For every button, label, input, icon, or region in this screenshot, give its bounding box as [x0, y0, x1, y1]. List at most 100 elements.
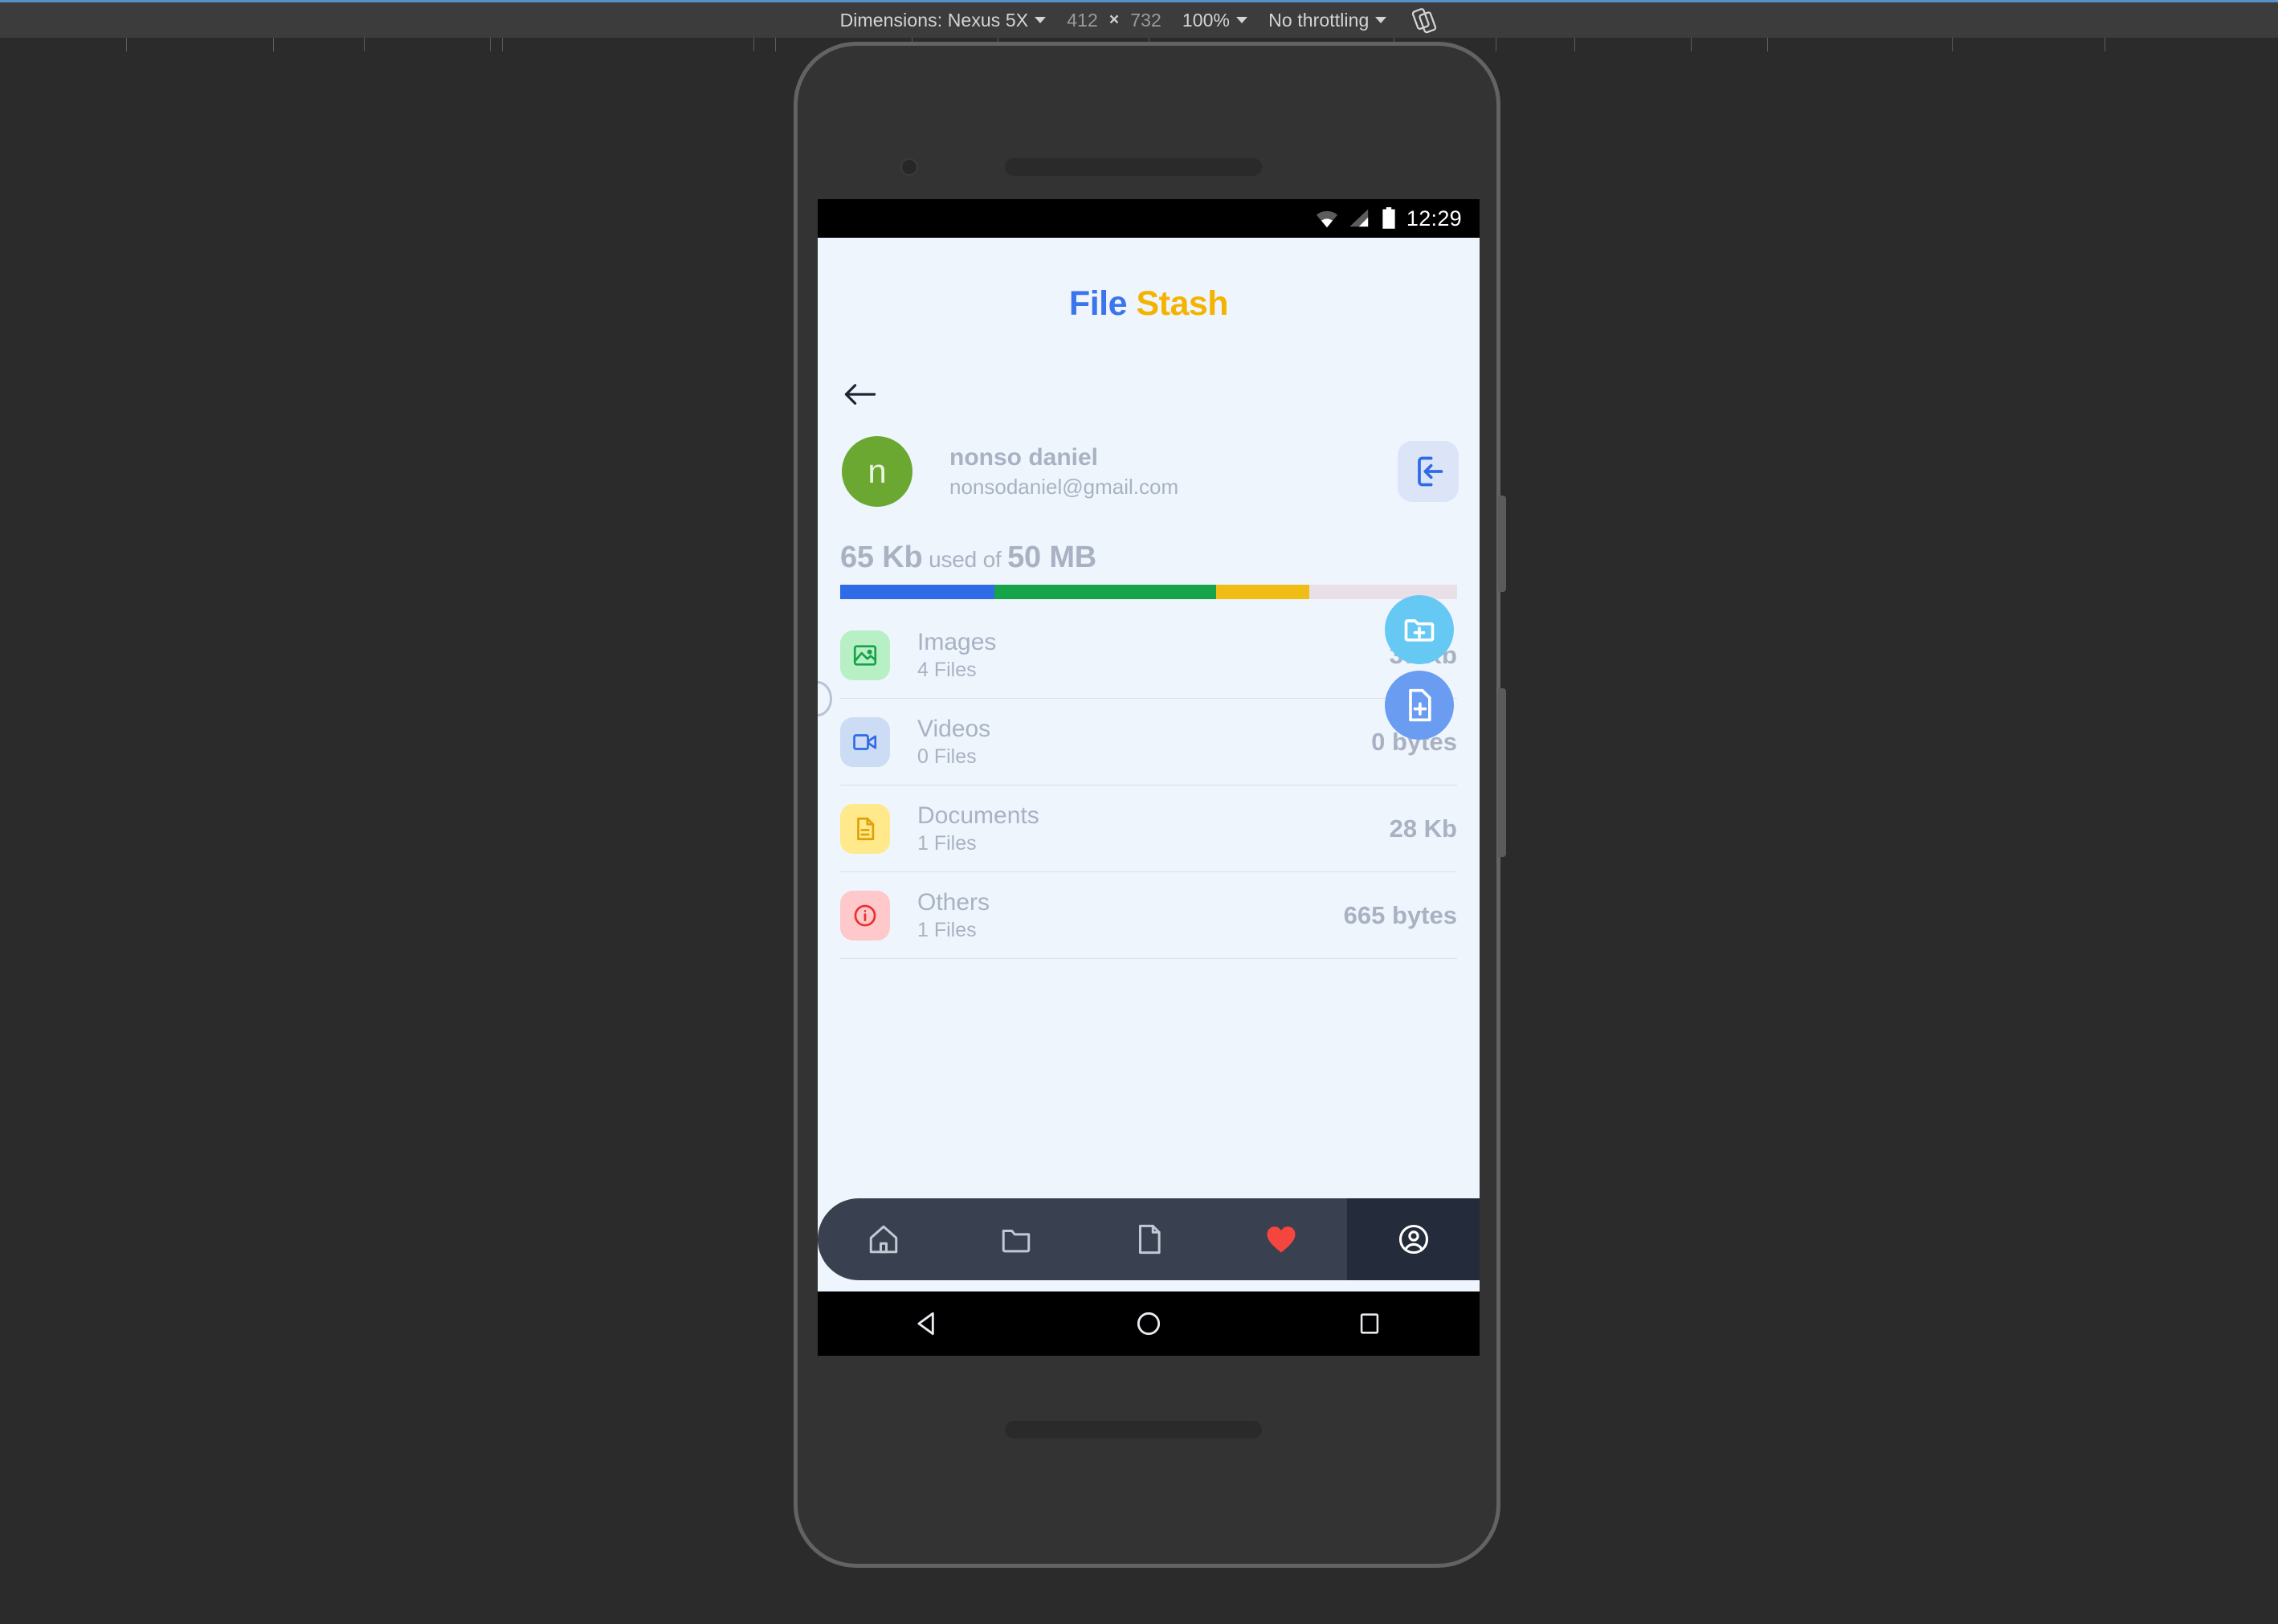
nav-item-home[interactable]	[818, 1198, 950, 1280]
nav-item-favorites[interactable]	[1215, 1198, 1347, 1280]
phone-screen: 12:29 File Stash n nonso daniel nonsodan…	[818, 199, 1480, 1291]
storage-segment-free	[1308, 585, 1457, 599]
folder-icon	[1002, 1230, 1031, 1253]
back-button[interactable]	[818, 324, 1480, 407]
category-size: 665 bytes	[1343, 900, 1457, 929]
profile-row: n nonso daniel nonsodaniel@gmail.com	[818, 407, 1480, 507]
category-name: Images	[917, 628, 997, 655]
storage-summary: 65 Kb used of 50 MB	[818, 507, 1480, 599]
ruler-tick	[273, 38, 274, 51]
logout-icon	[1418, 456, 1443, 487]
category-file-count: 1 Files	[917, 918, 977, 941]
chevron-down-icon	[1035, 17, 1047, 23]
profile-name: nonso daniel	[949, 444, 1099, 471]
cell-signal-icon	[1349, 209, 1369, 227]
ruler-tick	[1691, 38, 1692, 51]
viewport-width-input[interactable]: 412	[1067, 10, 1098, 31]
add-file-fab[interactable]	[1385, 671, 1454, 740]
file-plus-icon	[1409, 688, 1431, 722]
volume-button[interactable]	[1498, 688, 1506, 857]
profile-email: nonsodaniel@gmail.com	[949, 474, 1179, 499]
ruler-tick	[126, 38, 127, 51]
add-folder-fab[interactable]	[1385, 595, 1454, 664]
category-size: 28 Kb	[1389, 814, 1457, 843]
status-bar-time: 12:29	[1406, 206, 1462, 231]
category-list: Images4 Files37 KbVideos0 Files0 bytesDo…	[818, 612, 1480, 959]
dimensions-selector[interactable]: Dimensions: Nexus 5X	[840, 10, 1047, 31]
category-row-images[interactable]: Images4 Files37 Kb	[840, 612, 1457, 699]
home-icon	[870, 1225, 898, 1254]
storage-segment-images	[840, 585, 994, 599]
info-circle-icon-container	[840, 890, 890, 941]
page-title: File Stash	[818, 284, 1480, 324]
category-row-videos[interactable]: Videos 0 Files 0 bytes	[840, 699, 1457, 785]
logout-button[interactable]	[1398, 441, 1459, 502]
android-recents-button[interactable]	[1321, 1310, 1418, 1337]
back-arrow-icon	[844, 384, 876, 405]
android-back-button[interactable]	[880, 1308, 976, 1339]
ruler-tick	[1574, 38, 1575, 51]
document-icon-container	[840, 803, 890, 854]
profile-text: nonso daniel nonsodaniel@gmail.com	[912, 443, 1398, 500]
user-circle-icon	[1398, 1224, 1428, 1255]
android-home-button[interactable]	[1100, 1308, 1197, 1339]
category-file-count: 4 Files	[917, 658, 977, 681]
throttling-selector[interactable]: No throttling	[1268, 10, 1387, 31]
nav-item-profile[interactable]	[1347, 1198, 1480, 1280]
zoom-label: 100%	[1182, 9, 1231, 31]
video-camera-icon	[853, 733, 877, 750]
ruler-tick	[364, 38, 365, 51]
video-camera-icon-container	[840, 716, 890, 767]
ruler-tick	[490, 38, 491, 51]
document-icon	[857, 817, 875, 840]
app-title-part2: Stash	[1136, 284, 1229, 323]
bottom-navigation-bar	[818, 1198, 1480, 1280]
category-text: Images 4 Files	[890, 628, 1390, 682]
android-status-bar: 12:29	[818, 199, 1480, 238]
ruler-tick	[753, 38, 754, 51]
square-recents-icon	[1360, 1313, 1378, 1334]
dimensions-label: Dimensions: Nexus 5X	[839, 9, 1029, 31]
nav-item-folders[interactable]	[950, 1198, 1083, 1280]
android-navigation-bar	[818, 1291, 1480, 1356]
battery-icon	[1382, 207, 1395, 229]
multiply-symbol: ×	[1108, 10, 1120, 29]
info-circle-icon	[854, 904, 876, 926]
chevron-down-icon	[1375, 17, 1387, 23]
file-icon	[1138, 1224, 1161, 1255]
devtools-device-toolbar: Dimensions: Nexus 5X 412 × 732 100% No t…	[0, 0, 2278, 38]
image-icon-container	[840, 630, 890, 680]
zoom-selector[interactable]: 100%	[1182, 9, 1248, 31]
category-file-count: 0 Files	[917, 745, 977, 768]
storage-segment-documents	[1216, 585, 1309, 599]
ruler-tick	[1767, 38, 1768, 51]
app-title-part1: File	[1068, 284, 1128, 323]
rotate-icon[interactable]	[1410, 6, 1438, 34]
storage-used-of-label: used of	[929, 547, 1002, 572]
ruler-tick	[502, 38, 503, 51]
power-button[interactable]	[1498, 496, 1506, 592]
category-name: Videos	[917, 715, 991, 742]
ruler-tick	[1952, 38, 1953, 51]
chevron-down-icon	[1236, 17, 1248, 23]
storage-total: 50 MB	[1007, 541, 1097, 574]
avatar-initial: n	[868, 452, 887, 490]
category-row-documents[interactable]: Documents 1 Files 28 Kb	[840, 785, 1457, 872]
folder-plus-icon	[1404, 619, 1435, 642]
storage-segment-videos	[994, 585, 1217, 599]
circle-home-icon	[1137, 1312, 1161, 1336]
storage-progress-bar	[840, 585, 1457, 599]
viewport-height-input[interactable]: 732	[1130, 10, 1161, 31]
category-text: Documents 1 Files	[890, 802, 1390, 855]
front-camera	[900, 158, 918, 176]
device-preview-canvas: 12:29 File Stash n nonso daniel nonsodan…	[0, 42, 2278, 1624]
ruler-tick	[2104, 38, 2105, 51]
nav-item-files[interactable]	[1083, 1198, 1215, 1280]
category-row-others[interactable]: Others 1 Files 665 bytes	[840, 872, 1457, 959]
image-icon	[853, 644, 877, 666]
category-text: Others 1 Files	[890, 888, 1344, 942]
storage-usage-text: 65 Kb used of 50 MB	[840, 541, 1457, 575]
category-name: Documents	[917, 802, 1039, 829]
ruler-tick	[775, 38, 776, 51]
category-text: Videos 0 Files	[890, 715, 1371, 769]
